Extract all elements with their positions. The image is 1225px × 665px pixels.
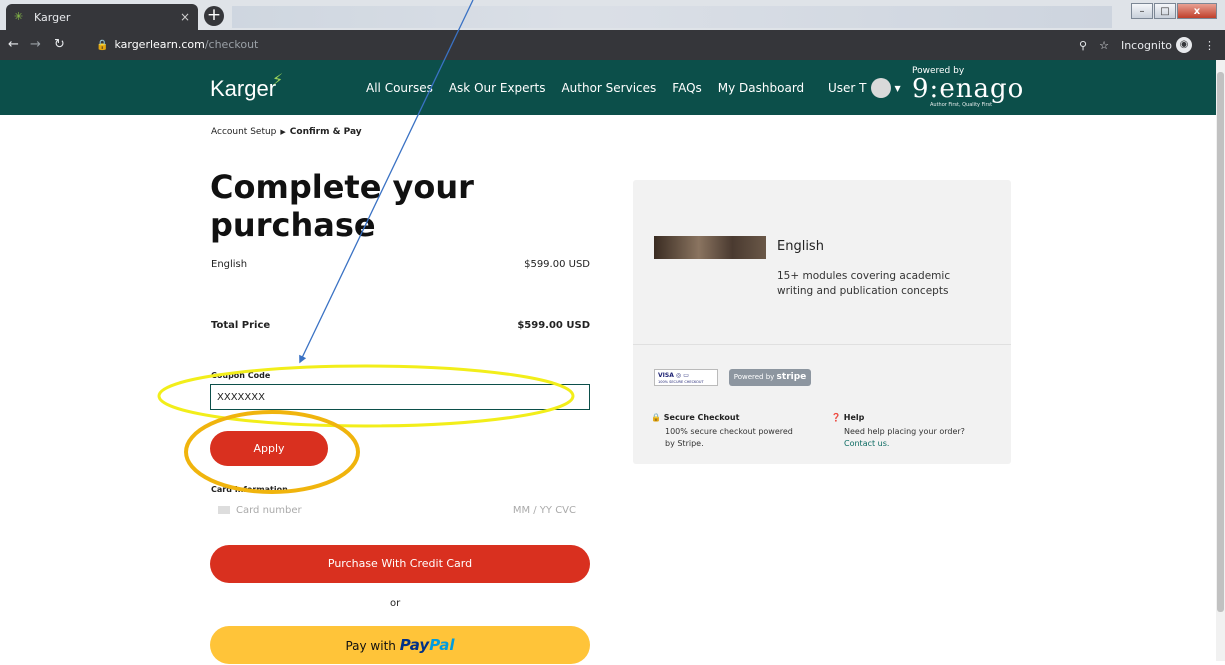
question-icon: ❓: [831, 413, 841, 422]
product-name: English: [777, 239, 824, 254]
lock-icon: 🔒: [96, 40, 109, 51]
powered-by-stripe-badge: Powered by stripe: [729, 369, 811, 386]
incognito-indicator[interactable]: Incognito ◉: [1121, 37, 1192, 53]
summary-divider: [633, 344, 1011, 345]
line-item-english: English $599.00 USD: [211, 259, 590, 270]
close-window-button[interactable]: x: [1177, 3, 1217, 19]
credit-card-icon: [218, 506, 230, 514]
nav-all-courses[interactable]: All Courses: [366, 81, 433, 95]
karger-logo[interactable]: Karger: [210, 76, 276, 102]
user-name: User T: [828, 81, 867, 95]
product-description: 15+ modules covering academic writing an…: [777, 270, 951, 297]
paypal-logo: PayPal: [400, 636, 455, 654]
karger-logo-mark-icon: ⚡: [272, 70, 284, 89]
minimize-button[interactable]: –: [1131, 3, 1153, 19]
paypal-button[interactable]: Pay with PayPal: [210, 626, 590, 664]
lock-icon: 🔒: [651, 413, 661, 422]
nav-faqs[interactable]: FAQs: [672, 81, 702, 95]
close-tab-icon[interactable]: ×: [180, 10, 190, 24]
coupon-input[interactable]: [210, 384, 590, 410]
total-price: $599.00 USD: [517, 320, 590, 331]
help-label: Help: [843, 413, 865, 422]
scrollbar-thumb[interactable]: [1217, 72, 1224, 612]
secure-checkout-label: Secure Checkout: [663, 413, 740, 422]
nav-author-services[interactable]: Author Services: [561, 81, 656, 95]
secure-badge-subtext: 100% SECURE CHECKOUT: [658, 380, 704, 384]
enago-name: 9:enago: [912, 74, 1024, 104]
toolbar-right: ⚲ ☆ Incognito ◉ ⋮: [1079, 37, 1215, 53]
address-bar[interactable]: 🔒 kargerlearn.com/checkout: [96, 38, 258, 51]
card-exp-cvc-placeholder: MM / YY CVC: [512, 505, 576, 516]
enago-logo-mark-icon: 9:: [912, 74, 940, 104]
product-thumbnail: [654, 236, 766, 259]
background-windows: [232, 6, 1112, 28]
nav-my-dashboard[interactable]: My Dashboard: [718, 81, 804, 95]
incognito-label: Incognito: [1120, 38, 1172, 52]
secure-checkout-title: 🔒 Secure Checkout: [651, 413, 739, 422]
breadcrumb-account-setup[interactable]: Account Setup: [211, 127, 276, 137]
window-controls: – □ x: [1131, 3, 1217, 19]
total-label: Total Price: [211, 320, 271, 331]
enago-tagline: Author First, Quality First: [930, 102, 993, 108]
enago-logo: Powered by 9:enago Author First, Quality…: [912, 66, 1024, 108]
breadcrumb-separator-icon: ▶: [280, 128, 286, 136]
secure-checkout-body: 100% secure checkout powered by Stripe.: [665, 427, 793, 448]
paypal-logo-pal: Pal: [429, 636, 455, 654]
back-arrow-icon[interactable]: ←: [8, 37, 19, 52]
help-text: Need help placing your order?: [844, 427, 965, 436]
help-body: Need help placing your order? Contact us…: [844, 426, 994, 450]
main-nav: All Courses Ask Our Experts Author Servi…: [366, 81, 820, 95]
total-row: Total Price $599.00 USD: [211, 320, 590, 331]
accepted-cards-badge: VISA ◎ ▭ 100% SECURE CHECKOUT: [654, 369, 718, 386]
reload-icon[interactable]: ↻: [54, 37, 65, 52]
card-number-field[interactable]: Card number MM / YY CVC: [218, 505, 576, 516]
chevron-down-icon: ▼: [894, 83, 901, 93]
card-info-label: Card Information: [211, 485, 288, 494]
coupon-label: Coupon Code: [211, 371, 271, 380]
tab-title: Karger: [34, 10, 71, 24]
order-summary-card: English 15+ modules covering academic wr…: [633, 180, 1011, 464]
url-path: /checkout: [204, 38, 259, 51]
url-host: kargerlearn.com: [114, 38, 205, 51]
zoom-icon[interactable]: ⚲: [1079, 39, 1087, 52]
forward-arrow-icon[interactable]: →: [30, 37, 41, 52]
maximize-button[interactable]: □: [1154, 3, 1176, 19]
enago-wordmark: enago: [939, 74, 1025, 104]
line-item-name: English: [211, 259, 248, 270]
breadcrumb: Account Setup ▶ Confirm & Pay: [211, 127, 362, 137]
apply-button[interactable]: Apply: [210, 431, 328, 466]
browser-tab-strip: ✳ Karger × + – □ x: [0, 0, 1225, 30]
browser-toolbar: ← → ↻ 🔒 kargerlearn.com/checkout ⚲ ☆ Inco…: [0, 30, 1225, 60]
paypal-logo-pay: Pay: [399, 636, 430, 654]
incognito-icon: ◉: [1176, 37, 1192, 53]
or-divider: or: [390, 598, 401, 609]
browser-menu-icon[interactable]: ⋮: [1204, 39, 1215, 52]
bookmark-star-icon[interactable]: ☆: [1099, 39, 1109, 52]
new-tab-button[interactable]: +: [204, 6, 224, 26]
avatar: [870, 78, 891, 98]
karger-favicon-icon: ✳: [14, 10, 24, 23]
card-number-placeholder: Card number: [236, 505, 302, 516]
paypal-prefix: Pay with: [345, 639, 396, 653]
site-header: Karger ⚡ All Courses Ask Our Experts Aut…: [0, 60, 1216, 115]
stripe-name: stripe: [776, 372, 807, 382]
page-title: Complete your purchase: [210, 168, 474, 244]
contact-us-link[interactable]: Contact us.: [844, 438, 994, 450]
breadcrumb-confirm-pay: Confirm & Pay: [289, 127, 362, 137]
purchase-credit-card-button[interactable]: Purchase With Credit Card: [210, 545, 590, 583]
visa-label: VISA: [658, 372, 674, 379]
user-menu[interactable]: User T ▼: [828, 78, 901, 98]
help-title: ❓ Help: [831, 413, 864, 422]
nav-ask-our-experts[interactable]: Ask Our Experts: [449, 81, 546, 95]
line-item-price: $599.00 USD: [524, 259, 590, 270]
browser-tab[interactable]: ✳ Karger ×: [6, 4, 198, 30]
page-scrollbar[interactable]: [1216, 60, 1225, 661]
stripe-prefix: Powered by: [733, 373, 775, 381]
